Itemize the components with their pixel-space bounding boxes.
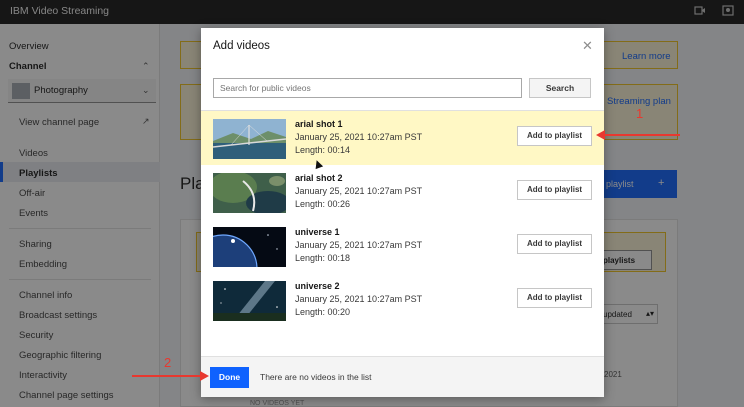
annotation-arrowhead-2 bbox=[200, 371, 209, 381]
video-length: Length: 00:20 bbox=[295, 307, 351, 317]
annotation-arrow-2 bbox=[132, 375, 200, 377]
annotation-step-1: 1 bbox=[636, 106, 644, 121]
add-to-playlist-button[interactable]: Add to playlist bbox=[517, 288, 592, 308]
footer-status: There are no videos in the list bbox=[260, 372, 372, 382]
video-length: Length: 00:18 bbox=[295, 253, 351, 263]
video-length: Length: 00:26 bbox=[295, 199, 351, 209]
video-date: January 25, 2021 10:27am PST bbox=[295, 240, 423, 250]
add-to-playlist-button[interactable]: Add to playlist bbox=[517, 234, 592, 254]
add-to-playlist-button[interactable]: Add to playlist bbox=[517, 126, 592, 146]
add-videos-modal: Add videos ✕ Search arial shot 1 January… bbox=[201, 28, 604, 397]
modal-footer: Done There are no videos in the list bbox=[201, 356, 604, 397]
video-title: arial shot 2 bbox=[295, 173, 343, 183]
modal-title: Add videos bbox=[213, 40, 270, 52]
video-row: universe 1 January 25, 2021 10:27am PST … bbox=[201, 219, 604, 273]
video-list: arial shot 1 January 25, 2021 10:27am PS… bbox=[201, 110, 604, 356]
search-button[interactable]: Search bbox=[529, 78, 591, 98]
video-title: universe 2 bbox=[295, 281, 340, 291]
video-thumbnail-coast bbox=[213, 173, 286, 213]
video-thumbnail-earth bbox=[213, 227, 286, 267]
video-row: arial shot 2 January 25, 2021 10:27am PS… bbox=[201, 165, 604, 219]
video-row: arial shot 1 January 25, 2021 10:27am PS… bbox=[201, 111, 604, 165]
video-thumbnail-milky-way bbox=[213, 281, 286, 321]
annotation-step-2: 2 bbox=[164, 355, 172, 370]
annotation-arrowhead-1 bbox=[596, 130, 605, 140]
video-date: January 25, 2021 10:27am PST bbox=[295, 294, 423, 304]
annotation-arrow-1 bbox=[604, 134, 680, 136]
video-title: arial shot 1 bbox=[295, 119, 343, 129]
done-button[interactable]: Done bbox=[210, 367, 249, 388]
video-row: universe 2 January 25, 2021 10:27am PST … bbox=[201, 273, 604, 327]
close-icon[interactable]: ✕ bbox=[582, 38, 593, 54]
video-date: January 25, 2021 10:27am PST bbox=[295, 186, 423, 196]
add-to-playlist-button[interactable]: Add to playlist bbox=[517, 180, 592, 200]
search-input[interactable] bbox=[213, 78, 522, 98]
video-thumbnail-bridge bbox=[213, 119, 286, 159]
video-length: Length: 00:14 bbox=[295, 145, 351, 155]
video-date: January 25, 2021 10:27am PST bbox=[295, 132, 423, 142]
video-title: universe 1 bbox=[295, 227, 340, 237]
